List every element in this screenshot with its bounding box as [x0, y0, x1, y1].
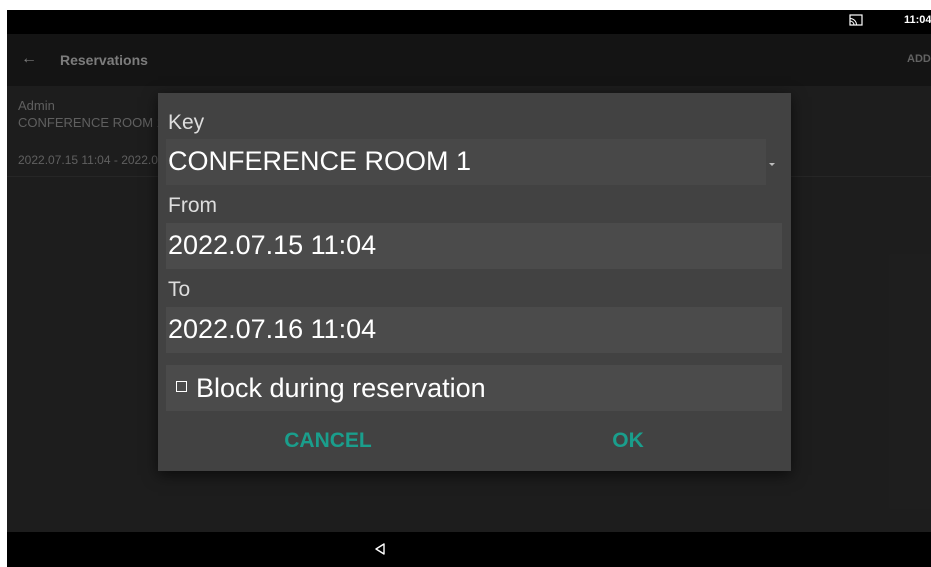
status-time: 11:04	[904, 14, 931, 26]
from-label: From	[168, 194, 217, 217]
cancel-button[interactable]: CANCEL	[258, 429, 398, 453]
block-checkbox-row[interactable]: Block during reservation	[166, 365, 782, 411]
to-field[interactable]: 2022.07.16 11:04	[166, 307, 782, 353]
key-select[interactable]: CONFERENCE ROOM 1	[166, 139, 766, 185]
device-screen: 11:04 ← Reservations ADD Admin CONFERENC…	[7, 10, 931, 567]
cast-icon	[849, 14, 863, 26]
to-value: 2022.07.16 11:04	[168, 314, 377, 344]
checkbox-icon[interactable]	[176, 381, 187, 392]
triangle-back-icon[interactable]	[373, 542, 387, 556]
ok-button[interactable]: OK	[588, 429, 668, 453]
navigation-bar	[7, 532, 931, 567]
status-bar: 11:04	[7, 10, 931, 34]
from-value: 2022.07.15 11:04	[168, 230, 377, 260]
to-label: To	[168, 278, 191, 301]
reservation-dialog: Key CONFERENCE ROOM 1 From 2022.07.15 11…	[158, 93, 791, 471]
key-select-value: CONFERENCE ROOM 1	[168, 146, 472, 176]
block-checkbox-label: Block during reservation	[196, 373, 486, 403]
key-label: Key	[168, 111, 205, 134]
dropdown-arrow-icon[interactable]	[769, 163, 775, 166]
from-field[interactable]: 2022.07.15 11:04	[166, 223, 782, 269]
